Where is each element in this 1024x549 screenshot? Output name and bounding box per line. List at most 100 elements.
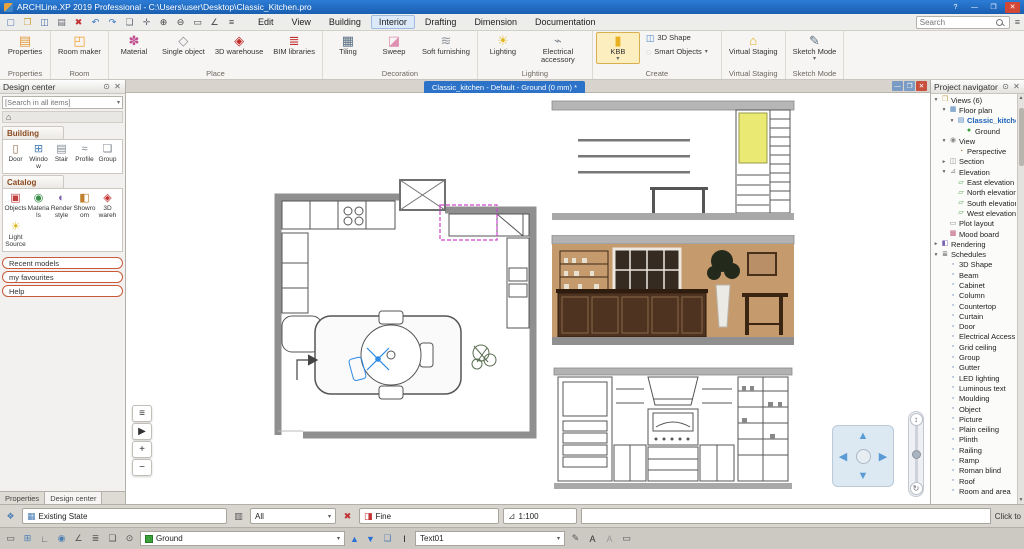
scroll-up-icon[interactable]: ▲ [1019,95,1024,101]
pan-left-button[interactable]: ◀ [833,446,853,466]
tree-item[interactable]: ▾ ⊿ Elevation [931,167,1016,177]
group-icon[interactable]: ❏ [105,531,120,546]
tree-item[interactable]: ● Ground [931,126,1016,136]
design-center-link[interactable]: Help [2,285,123,297]
layer-selector[interactable]: Ground ▾ [140,531,345,546]
help-button[interactable]: ? [948,2,963,13]
text-style-selector[interactable]: Text01 ▾ [415,531,565,546]
tree-item[interactable]: ▫ Moulding [931,394,1016,404]
text-frame-icon[interactable]: ▭ [619,531,634,546]
zoom-slider[interactable]: ↕ ↻ [908,411,924,497]
design-center-link[interactable]: my favourites [2,271,123,283]
menu-item[interactable]: Interior [370,15,415,29]
tree-item[interactable]: ▾ ❒ Views (6) [931,95,1016,105]
sheet-icon[interactable]: ❏ [380,531,395,546]
doc-restore-button[interactable]: ❐ [904,81,915,91]
soft-furnishing-button[interactable]: ≋ Soft furnishing [418,32,474,68]
tree-item[interactable]: ▫ 3D Shape [931,260,1016,270]
expand-arrow-icon[interactable]: ▾ [941,138,947,144]
chevron-down-icon[interactable]: ▾ [117,99,120,106]
floor-plan-drawing[interactable] [191,148,551,488]
state-mode-icon[interactable]: ❖ [3,509,18,524]
menu-item[interactable]: Drafting [417,15,465,29]
layer-down-button[interactable]: ▼ [364,534,377,544]
elevation-view-top[interactable] [550,95,796,227]
design-center-link[interactable]: Recent models [2,257,123,269]
move-icon[interactable]: ✛ [140,17,153,28]
scrollbar-thumb[interactable] [1019,108,1024,166]
copy-icon[interactable]: ❏ [123,17,136,28]
tree-item[interactable]: ▩ Mood board [931,229,1016,239]
panel-tab[interactable]: Properties [0,492,46,504]
options-icon[interactable]: ≡ [225,17,238,27]
elevation-view-bottom[interactable] [550,365,796,493]
magnet-icon[interactable]: ⊙ [122,531,137,546]
zoom-in-button[interactable]: + [132,441,152,458]
tree-item[interactable]: ▸ ◫ Section [931,157,1016,167]
grid-icon[interactable]: ⊞ [20,531,35,546]
sweep-button[interactable]: ◪ Sweep [372,32,416,68]
zoom-knob[interactable] [911,449,921,459]
layer-up-button[interactable]: ▲ [348,534,361,544]
design-center-item[interactable]: ▣ Objects [4,191,27,220]
menu-item[interactable]: View [284,15,319,29]
tree-item[interactable]: ▫ Grid ceiling [931,342,1016,352]
play-walkthrough-button[interactable]: ▶ [132,423,152,440]
ortho-icon[interactable]: ∟ [37,531,52,546]
virtual-staging-button[interactable]: ⌂ Virtual Staging [725,32,782,68]
doc-minimize-button[interactable]: — [892,81,903,91]
pan-down-button[interactable]: ▼ [853,466,873,486]
expand-arrow-icon[interactable]: ▾ [949,118,955,124]
tree-item[interactable]: ▫ Railing [931,445,1016,455]
navigation-pad[interactable]: ▲ ◀ ▶ ▼ [832,425,894,487]
tree-item[interactable]: ▱ South elevation [931,198,1016,208]
electrical-accessory-button[interactable]: ⌁ Electrical accessory [527,32,589,68]
text-style-icon[interactable]: A [585,531,600,546]
doc-close-button[interactable]: ✕ [916,81,927,91]
tree-item[interactable]: ▭ Plot layout [931,219,1016,229]
tree-item[interactable]: ▫ Electrical Access [931,332,1016,342]
new-file-icon[interactable]: ▢ [4,17,17,28]
print-icon[interactable]: ▤ [55,17,68,28]
design-center-item[interactable]: ◧ Showroom [73,191,96,220]
close-panel-icon[interactable]: ✕ [1012,82,1021,91]
pan-up-button[interactable]: ▲ [853,426,873,446]
delete-icon[interactable]: ✖ [72,17,85,28]
single-object-button[interactable]: ◇ Single object [158,32,209,68]
tree-item[interactable]: ▫ Luminous text [931,383,1016,393]
edit-text-icon[interactable]: ✎ [568,531,583,546]
measure-icon[interactable]: ∠ [208,17,221,28]
angle-icon[interactable]: ∠ [71,531,86,546]
save-icon[interactable]: ◫ [38,17,51,28]
building-section-tab[interactable]: Building [2,126,64,139]
tree-item[interactable]: ▾ ≣ Schedules [931,249,1016,259]
tree-item[interactable]: ▫ Picture [931,414,1016,424]
tree-item[interactable]: ◔ Perspective [931,146,1016,156]
menu-item[interactable]: Dimension [466,15,525,29]
pin-icon[interactable]: ⊙ [102,82,111,91]
sketch-mode-button[interactable]: ✎ Sketch Mode ▾ [789,32,841,68]
redo-icon[interactable]: ↷ [106,17,119,28]
tree-item[interactable]: ▫ Group [931,352,1016,362]
design-center-search-input[interactable] [5,98,117,107]
properties-button[interactable]: ▤ Properties [3,32,47,68]
command-input[interactable] [581,508,991,524]
tree-item[interactable]: ▫ Roman blind [931,466,1016,476]
zoom-out-icon[interactable]: ⊖ [174,17,187,28]
scroll-down-icon[interactable]: ▼ [1019,497,1024,503]
expand-arrow-icon[interactable]: ▾ [941,107,947,113]
layers-icon[interactable]: ≣ [88,531,103,546]
text-outline-icon[interactable]: A [602,531,617,546]
design-center-item[interactable]: ▯ Door [4,142,27,171]
tree-item[interactable]: ▾ ▤ Classic_kitchen [931,116,1016,126]
smart-objects-button[interactable]: ◌ Smart Objects ▾ [642,46,718,58]
pan-right-button[interactable]: ▶ [873,446,893,466]
state-selector[interactable]: ▦ Existing State [22,508,227,524]
expand-arrow-icon[interactable]: ▾ [941,169,947,175]
tree-item[interactable]: ▫ Plinth [931,435,1016,445]
document-tab[interactable]: Classic_kitchen - Default - Ground (0 mm… [424,81,586,93]
tree-item[interactable]: ▫ Ramp [931,455,1016,465]
design-center-item[interactable]: ▤ Stair [50,142,73,171]
drawing-canvas[interactable]: ≡ ▶ + − ▲ ◀ ▶ ▼ ↕ ↻ [126,93,930,504]
tree-item[interactable]: ▾ ◉ View [931,136,1016,146]
